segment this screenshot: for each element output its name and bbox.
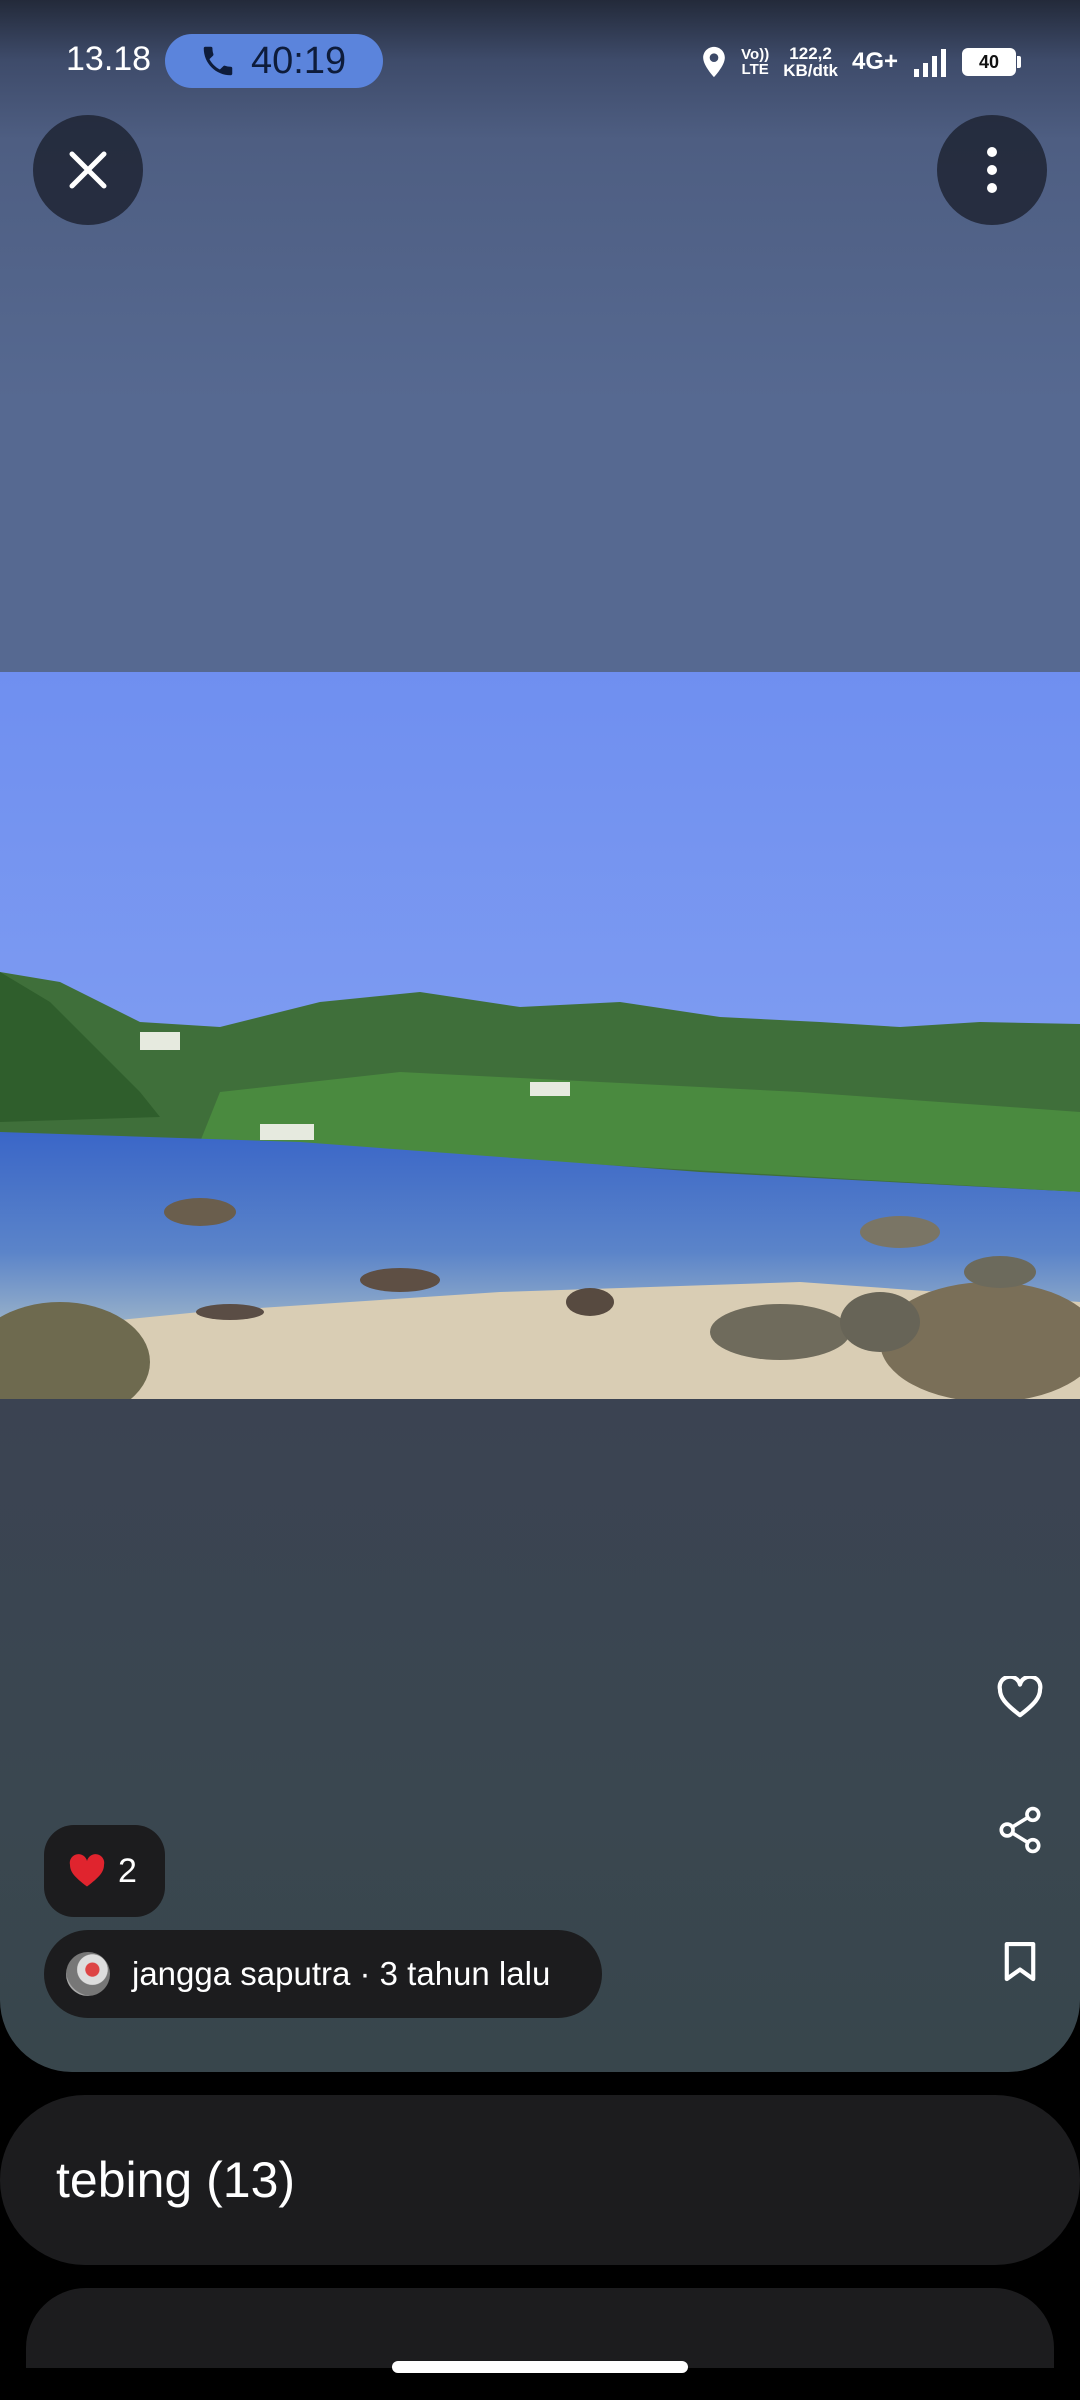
heart-emoji-icon (69, 1854, 105, 1887)
speed-value: 122,2 (789, 44, 832, 63)
phone-icon (203, 46, 233, 76)
reaction-count[interactable]: 2 (44, 1825, 165, 1917)
album-card[interactable]: tebing (13) (0, 2095, 1080, 2265)
status-icons: Vo)) LTE 122,2 KB/dtk 4G+ 40 (687, 40, 1021, 84)
home-indicator[interactable] (392, 2361, 688, 2373)
author-meta: jangga saputra · 3 tahun lalu (132, 1955, 551, 1992)
signal-icon (914, 49, 946, 77)
network-type: 4G+ (851, 48, 898, 75)
volte-line2: LTE (741, 61, 769, 78)
reaction-count-value: 2 (118, 1851, 137, 1890)
save-button[interactable] (982, 1924, 1058, 2000)
bookmark-icon (1004, 1941, 1036, 1982)
album-label: tebing (13) (56, 2152, 296, 2208)
author-info[interactable]: jangga saputra · 3 tahun lalu (44, 1930, 602, 2018)
location-icon (703, 46, 725, 78)
more-options-button[interactable] (937, 115, 1047, 225)
ongoing-call-chip[interactable]: 40:19 (165, 34, 383, 88)
heart-outline-icon (997, 1676, 1043, 1718)
beach-photo[interactable] (0, 672, 1080, 1399)
close-button[interactable] (33, 115, 143, 225)
share-button[interactable] (982, 1792, 1058, 1868)
like-button[interactable] (982, 1659, 1058, 1735)
call-timer: 40:19 (251, 39, 347, 82)
avatar (66, 1952, 110, 1996)
close-icon (69, 151, 107, 189)
battery-icon: 40 (962, 48, 1021, 76)
volte-indicator: Vo)) LTE (741, 47, 769, 77)
network-speed: 122,2 KB/dtk (783, 45, 838, 79)
status-time: 13.18 (66, 40, 152, 78)
next-album-card[interactable] (26, 2288, 1054, 2368)
photo-viewer: 13.18 40:19 Vo)) LTE 122,2 KB/dtk 4G+ 40 (0, 0, 1080, 2072)
share-icon (999, 1806, 1041, 1854)
speed-unit: KB/dtk (783, 61, 838, 80)
more-vert-icon (987, 147, 997, 193)
volte-line1: Vo)) (741, 46, 770, 63)
